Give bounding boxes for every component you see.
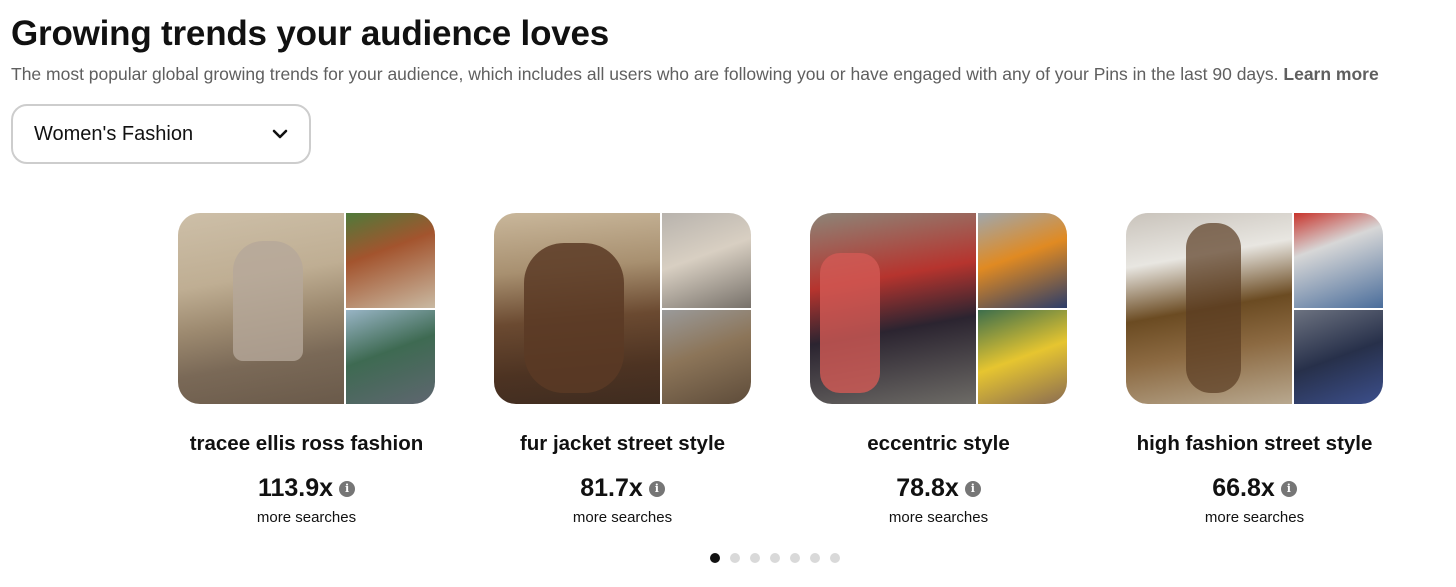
- trend-card[interactable]: tracee ellis ross fashion 113.9x i more …: [178, 213, 435, 526]
- trend-card[interactable]: fur jacket street style 81.7x i more sea…: [494, 213, 751, 526]
- trend-stat: 81.7x i: [580, 474, 665, 503]
- trend-image-collage[interactable]: [494, 213, 751, 404]
- category-dropdown[interactable]: Women's Fashion: [11, 104, 311, 164]
- info-icon[interactable]: i: [964, 480, 981, 497]
- trend-growth-value: 66.8x: [1212, 474, 1275, 502]
- info-icon[interactable]: i: [339, 480, 356, 497]
- trend-title[interactable]: high fashion street style: [1137, 432, 1373, 456]
- carousel-dot[interactable]: [730, 553, 740, 563]
- chevron-down-icon: [271, 125, 289, 143]
- trend-main-image: [178, 213, 344, 404]
- trend-stat: 78.8x i: [896, 474, 981, 503]
- page-subtitle: The most popular global growing trends f…: [11, 64, 1379, 85]
- trend-main-image: [810, 213, 976, 404]
- trend-side-image: [662, 213, 751, 308]
- carousel-dot[interactable]: [790, 553, 800, 563]
- carousel-dot[interactable]: [770, 553, 780, 563]
- trend-image-collage[interactable]: [810, 213, 1067, 404]
- trend-side-image: [1294, 309, 1383, 404]
- carousel-dot[interactable]: [810, 553, 820, 563]
- category-dropdown-value: Women's Fashion: [34, 122, 194, 145]
- trend-side-image: [1294, 213, 1383, 308]
- trend-growth-value: 81.7x: [580, 474, 643, 502]
- trend-card[interactable]: high fashion street style 66.8x i more s…: [1126, 213, 1383, 526]
- carousel-dot[interactable]: [750, 553, 760, 563]
- trend-stat: 66.8x i: [1212, 474, 1297, 503]
- trend-main-image: [494, 213, 660, 404]
- learn-more-link[interactable]: Learn more: [1283, 64, 1378, 84]
- carousel-pagination: [710, 553, 840, 563]
- carousel-dot[interactable]: [830, 553, 840, 563]
- page-title: Growing trends your audience loves: [11, 14, 610, 53]
- trend-growth-label: more searches: [888, 509, 989, 526]
- trend-side-image: [346, 309, 435, 404]
- carousel-dot[interactable]: [710, 553, 720, 563]
- info-icon[interactable]: i: [648, 480, 665, 497]
- trend-image-collage[interactable]: [1126, 213, 1383, 404]
- trend-stat: 113.9x i: [257, 474, 356, 503]
- subtitle-text: The most popular global growing trends f…: [11, 64, 1279, 84]
- info-icon[interactable]: i: [1280, 480, 1297, 497]
- trend-side-image: [978, 213, 1067, 308]
- trend-cards: tracee ellis ross fashion 113.9x i more …: [178, 213, 1383, 526]
- trend-growth-label: more searches: [256, 509, 357, 526]
- trend-main-image: [1126, 213, 1292, 404]
- trend-side-image: [978, 309, 1067, 404]
- trend-side-image: [662, 309, 751, 404]
- trend-growth-label: more searches: [1204, 509, 1305, 526]
- trend-growth-label: more searches: [572, 509, 673, 526]
- trend-growth-value: 113.9x: [257, 474, 334, 502]
- trend-title[interactable]: eccentric style: [867, 432, 1009, 456]
- trend-growth-value: 78.8x: [896, 474, 959, 502]
- trend-side-image: [346, 213, 435, 308]
- trend-title[interactable]: fur jacket street style: [520, 432, 725, 456]
- trend-image-collage[interactable]: [178, 213, 435, 404]
- trend-card[interactable]: eccentric style 78.8x i more searches: [810, 213, 1067, 526]
- trend-title[interactable]: tracee ellis ross fashion: [190, 432, 424, 456]
